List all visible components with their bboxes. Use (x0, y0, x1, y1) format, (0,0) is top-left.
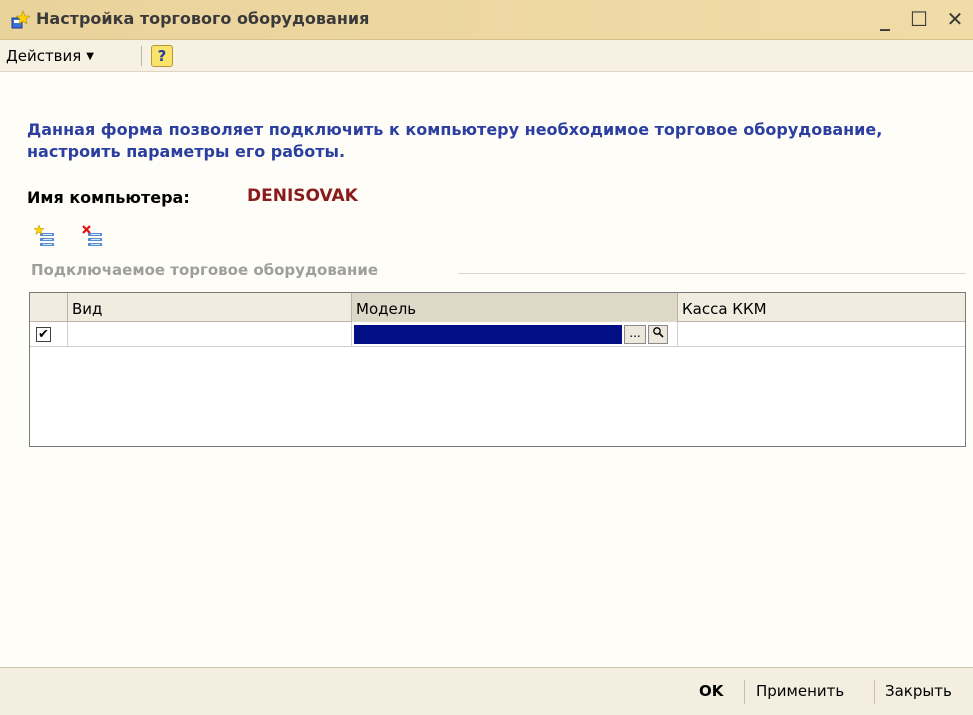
table-header: Вид Модель Касса ККМ (30, 293, 965, 322)
search-icon[interactable] (648, 325, 668, 344)
column-header-model[interactable]: Модель (352, 293, 678, 322)
add-row-icon[interactable] (33, 224, 58, 249)
computer-name-label: Имя компьютера: (27, 188, 190, 207)
column-header-kassa[interactable]: Касса ККМ (678, 293, 965, 322)
form-description: Данная форма позволяет подключить к комп… (27, 120, 883, 161)
computer-name-value: DENISOVAK (247, 186, 358, 206)
title-bar[interactable]: Настройка торгового оборудования _ ☐ ✕ (0, 0, 973, 40)
column-header-vid[interactable]: Вид (68, 293, 352, 322)
footer-separator (874, 680, 875, 704)
table-row[interactable]: ✔ ... (30, 322, 965, 347)
equipment-table: Вид Модель Касса ККМ ✔ ... (29, 292, 966, 447)
delete-row-icon[interactable] (82, 225, 106, 249)
toolbar: Действия ▼ ? (0, 40, 973, 72)
cell-kassa[interactable] (678, 322, 965, 347)
close-button[interactable]: Закрыть (885, 680, 952, 702)
settings-window: Настройка торгового оборудования _ ☐ ✕ Д… (0, 0, 973, 715)
footer-separator (744, 680, 745, 704)
close-window-button[interactable]: ✕ (942, 6, 968, 32)
minimize-button[interactable]: _ (872, 6, 898, 32)
ok-button[interactable]: OK (699, 680, 723, 702)
apply-button[interactable]: Применить (756, 680, 844, 702)
help-button[interactable]: ? (151, 45, 173, 67)
actions-menu[interactable]: Действия ▼ (6, 45, 94, 67)
cell-model: ... (352, 322, 678, 347)
group-title: Подключаемое торговое оборудование (31, 261, 379, 279)
maximize-button[interactable]: ☐ (906, 6, 932, 32)
app-icon (10, 10, 31, 30)
select-button[interactable]: ... (624, 325, 646, 344)
model-input[interactable] (354, 325, 622, 344)
actions-menu-label: Действия (6, 47, 82, 65)
caret-down-icon: ▼ (86, 50, 94, 62)
window-title: Настройка торгового оборудования (36, 9, 370, 28)
row-checkbox[interactable]: ✔ (36, 327, 51, 342)
cell-check: ✔ (30, 322, 68, 347)
column-header-check[interactable] (30, 293, 68, 322)
group-divider (458, 273, 966, 274)
cell-vid[interactable] (68, 322, 352, 347)
toolbar-separator (141, 46, 142, 66)
footer-bar: OK Применить Закрыть (0, 667, 973, 715)
